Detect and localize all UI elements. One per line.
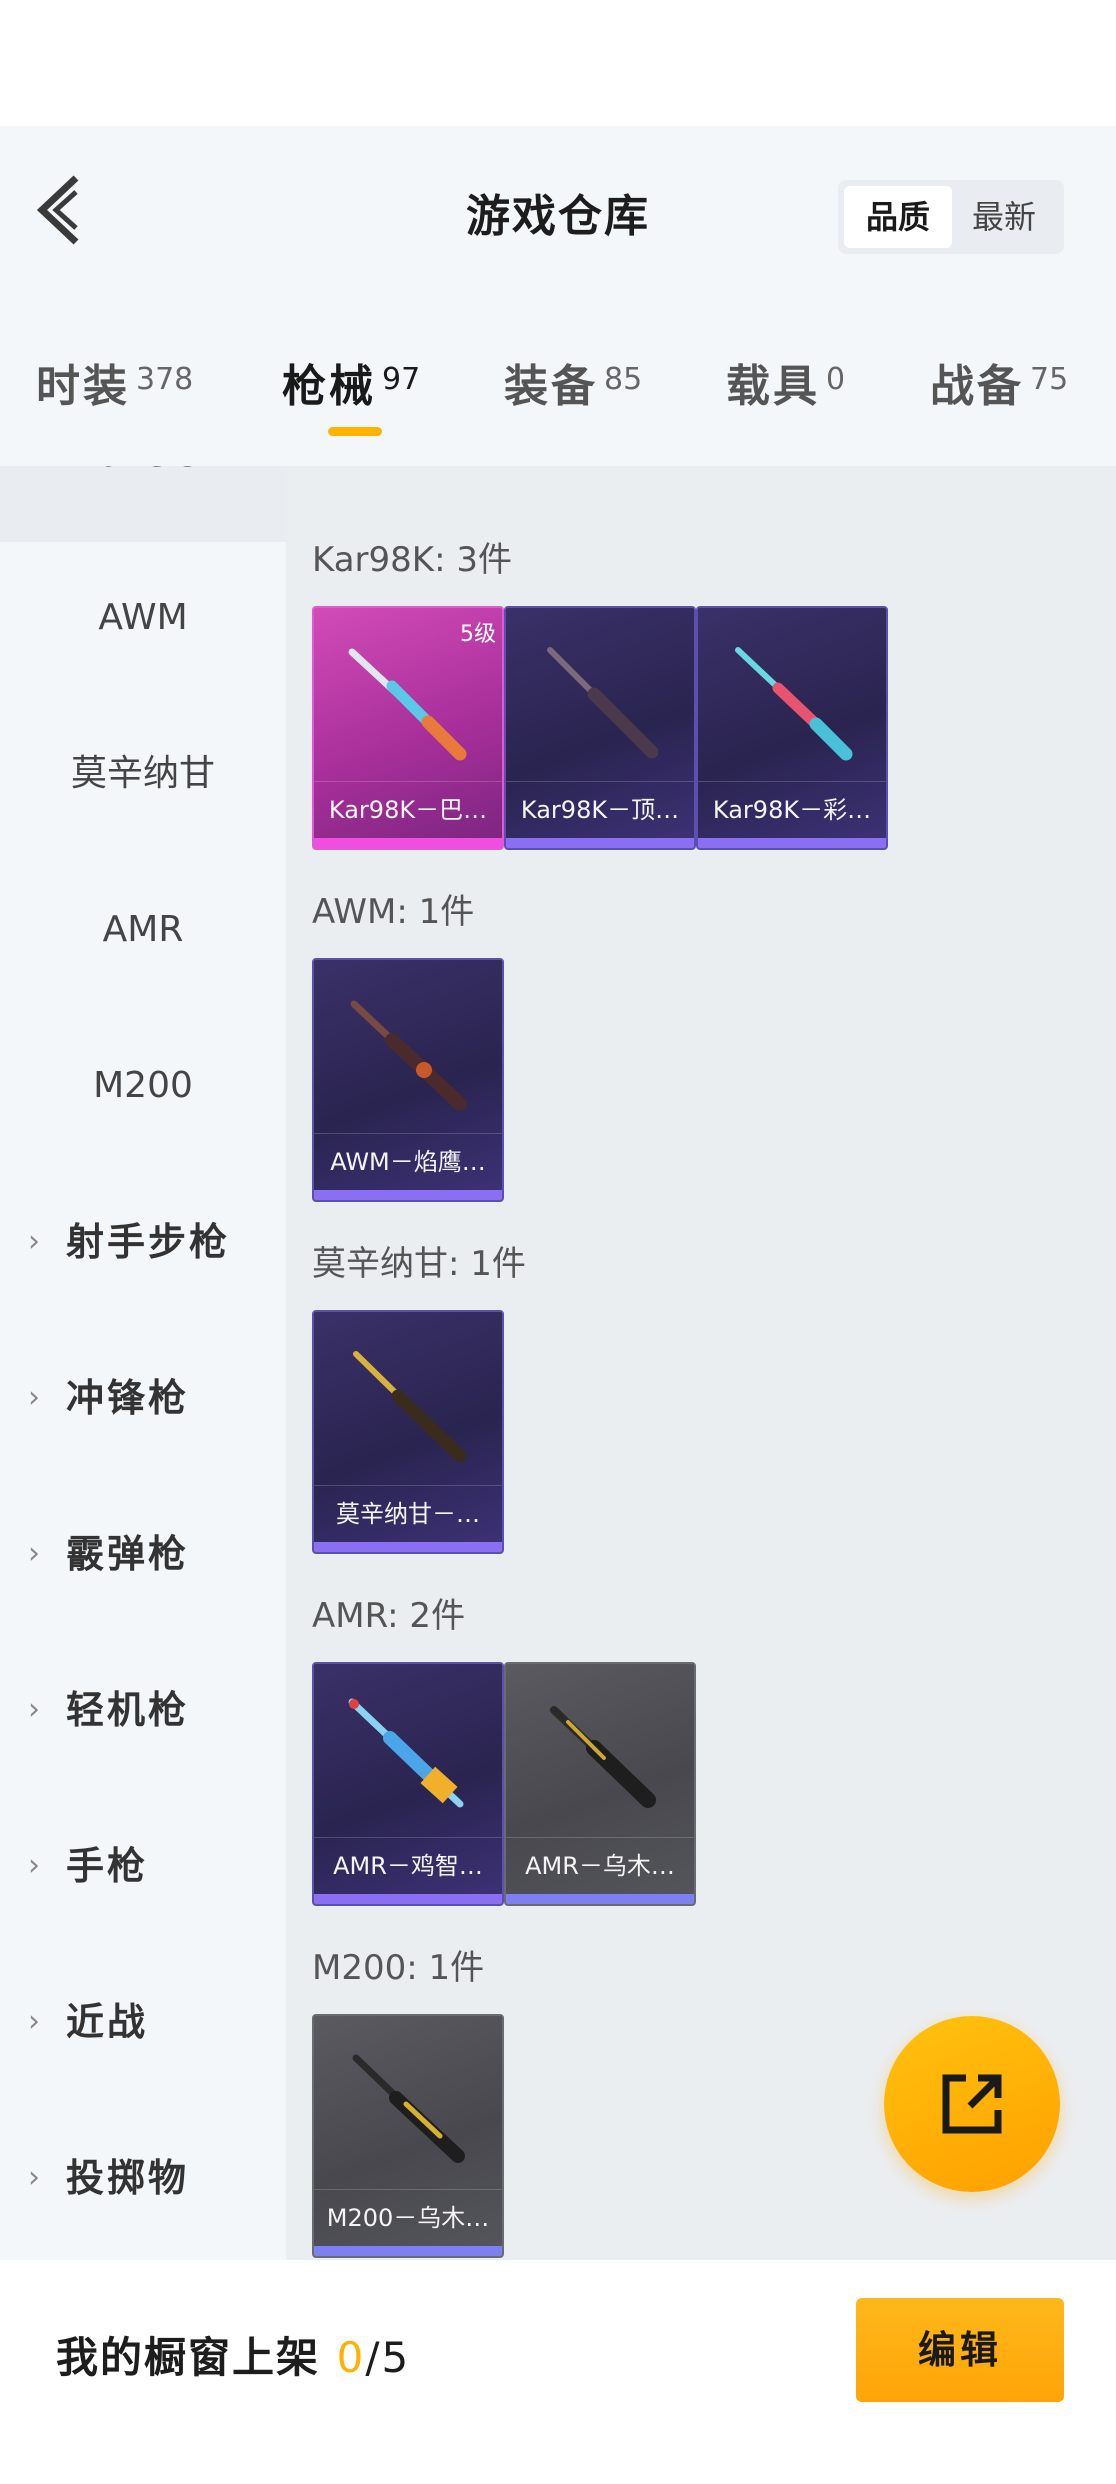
tab-count: 0: [826, 362, 846, 397]
share-button[interactable]: [884, 2016, 1060, 2192]
item-name: Kar98K－彩…: [698, 781, 886, 838]
chevron-right-icon: ›: [28, 1692, 43, 1727]
rarity-bar: [314, 1190, 502, 1200]
tab-vehicles[interactable]: 载具 0: [726, 350, 846, 412]
chevron-right-icon: ›: [28, 1224, 43, 1259]
sidebar-group-melee[interactable]: › 近战: [0, 1982, 286, 2062]
item-name: AWM－焰鹰…: [314, 1133, 502, 1190]
item-card[interactable]: AMR－乌木…: [504, 1662, 696, 1906]
rifle-icon: [550, 1706, 656, 1808]
section-title-amr: AMR: 2件: [312, 1596, 466, 1636]
tab-label: 装备: [504, 361, 598, 412]
sidebar-group-label: 手枪: [66, 1844, 149, 1888]
sort-toggle: 品质 最新: [838, 180, 1064, 254]
sidebar-group-throwables[interactable]: › 投掷物: [0, 2138, 286, 2218]
sidebar-item-label: Kar98K: [68, 466, 232, 476]
chevron-right-icon: ›: [28, 1848, 43, 1883]
bottom-bar: 我的橱窗上架 0/5 编辑: [0, 2260, 1116, 2484]
rarity-bar: [506, 838, 694, 848]
sort-option-quality[interactable]: 品质: [844, 186, 952, 248]
rarity-bar: [314, 1542, 502, 1552]
rifle-icon: [350, 1000, 467, 1111]
sidebar-item-mosin[interactable]: 莫辛纳甘: [0, 734, 286, 814]
showcase-text: 我的橱窗上架: [56, 2333, 321, 2382]
sidebar-group-label: 投掷物: [66, 2156, 190, 2200]
item-name: Kar98K－巴…: [314, 781, 502, 838]
item-name: AMR－鸡智…: [314, 1837, 502, 1894]
item-card[interactable]: Kar98K－彩…: [696, 606, 888, 850]
rifle-icon: [735, 647, 853, 761]
section-title-awm: AWM: 1件: [312, 892, 475, 932]
rifle-icon: [353, 1351, 467, 1463]
showcase-label: 我的橱窗上架 0/5: [56, 2324, 410, 2385]
tab-count: 75: [1030, 362, 1069, 397]
rifle-icon: [348, 1698, 464, 1808]
rifle-icon: [352, 2054, 465, 2163]
rifle-icon: [547, 647, 659, 759]
sidebar-item-m200[interactable]: M200: [0, 1046, 286, 1126]
item-name: Kar98K－顶…: [506, 781, 694, 838]
item-card[interactable]: AMR－鸡智…: [312, 1662, 504, 1906]
sidebar-group-shotgun[interactable]: › 霰弹枪: [0, 1514, 286, 1594]
section-title-kar98k: Kar98K: 3件: [312, 540, 512, 580]
chevron-right-icon: ›: [28, 1380, 43, 1415]
item-card[interactable]: AWM－焰鹰…: [312, 958, 504, 1202]
chevron-right-icon: ›: [28, 2004, 43, 2039]
item-card[interactable]: 5级 Kar98K－巴…: [312, 606, 504, 850]
showcase-total: /5: [365, 2333, 411, 2382]
tab-count: 85: [604, 362, 643, 397]
sort-option-latest[interactable]: 最新: [950, 186, 1058, 248]
item-name: M200－乌木…: [314, 2189, 502, 2246]
sidebar-group-pistol[interactable]: › 手枪: [0, 1826, 286, 1906]
category-sidebar: Kar98K AWM 莫辛纳甘 AMR M200 › 射手步枪 › 冲锋枪 › …: [0, 466, 286, 2260]
tab-count: 97: [382, 362, 421, 397]
item-name: 莫辛纳甘－…: [314, 1485, 502, 1542]
edit-button[interactable]: 编辑: [856, 2298, 1064, 2402]
sidebar-item-kar98k[interactable]: Kar98K: [0, 466, 286, 542]
chevron-right-icon: ›: [28, 1536, 43, 1571]
rarity-bar: [314, 1894, 502, 1904]
tab-label: 时装: [36, 361, 130, 412]
tab-firearms[interactable]: 枪械 97: [282, 350, 421, 412]
tab-equipment[interactable]: 装备 85: [504, 350, 643, 412]
sidebar-group-label: 冲锋枪: [66, 1376, 190, 1420]
tab-label: 载具: [726, 361, 820, 412]
tab-fashion[interactable]: 时装 378: [36, 350, 194, 412]
rarity-bar: [698, 838, 886, 848]
item-grid: Kar98K: 3件 5级 Kar98K－巴… Kar98K－顶… Kar98K…: [286, 466, 1116, 2260]
section-title-mosin: 莫辛纳甘: 1件: [312, 1244, 526, 1284]
sidebar-group-marksman[interactable]: › 射手步枪: [0, 1202, 286, 1282]
item-name: AMR－乌木…: [506, 1837, 694, 1894]
sidebar-group-lmg[interactable]: › 轻机枪: [0, 1670, 286, 1750]
header: [0, 126, 1116, 466]
rarity-bar: [314, 838, 502, 848]
sidebar-group-label: 霰弹枪: [66, 1532, 190, 1576]
section-title-m200: M200: 1件: [312, 1948, 485, 1988]
level-badge: 5级: [460, 622, 496, 647]
tab-label: 枪械: [282, 361, 376, 412]
sidebar-group-label: 近战: [66, 2000, 149, 2044]
tab-label: 战备: [930, 361, 1024, 412]
tab-count: 378: [136, 362, 194, 397]
item-card[interactable]: 莫辛纳甘－…: [312, 1310, 504, 1554]
sidebar-group-smg[interactable]: › 冲锋枪: [0, 1358, 286, 1438]
status-bar: [0, 0, 1116, 126]
sidebar-item-amr[interactable]: AMR: [0, 890, 286, 970]
item-card[interactable]: Kar98K－顶…: [504, 606, 696, 850]
showcase-count: 0: [336, 2333, 366, 2382]
chevron-right-icon: ›: [28, 2160, 43, 2195]
rifle-icon: [348, 648, 467, 761]
active-tab-indicator: [328, 427, 382, 436]
sidebar-item-awm[interactable]: AWM: [0, 578, 286, 658]
rarity-bar: [314, 2246, 502, 2256]
tab-supplies[interactable]: 战备 75: [930, 350, 1069, 412]
share-external-icon: [942, 2074, 1002, 2134]
sidebar-group-label: 轻机枪: [66, 1688, 190, 1732]
item-card[interactable]: M200－乌木…: [312, 2014, 504, 2258]
sidebar-group-label: 射手步枪: [66, 1220, 231, 1264]
rarity-bar: [506, 1894, 694, 1904]
